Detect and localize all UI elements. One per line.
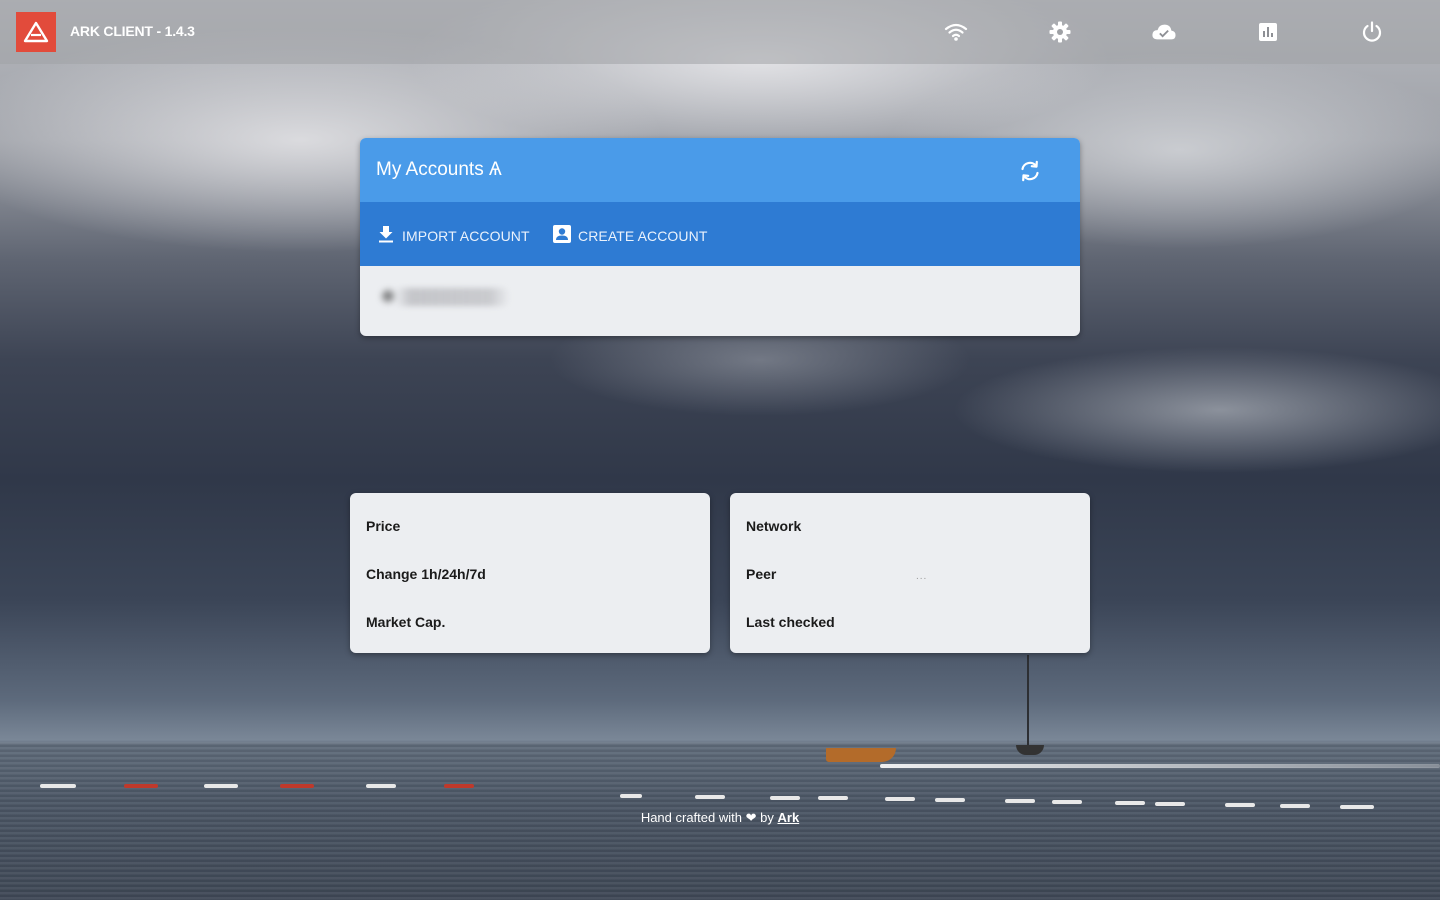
accounts-card: My Accounts Ѧ IMPORT ACCOUNT CREATE ACCO… — [360, 138, 1080, 336]
app-title: ARK CLIENT - 1.4.3 — [70, 23, 195, 39]
create-account-button[interactable]: CREATE ACCOUNT — [552, 224, 708, 247]
peer-value: ... — [916, 571, 928, 582]
accounts-title: My Accounts Ѧ — [376, 159, 502, 180]
ark-logo-icon[interactable] — [16, 12, 56, 52]
last-checked-label: Last checked — [746, 614, 835, 630]
background-buoy-line — [40, 784, 1420, 809]
import-account-label: IMPORT ACCOUNT — [402, 227, 530, 244]
refresh-icon[interactable] — [1018, 159, 1042, 183]
create-account-label: CREATE ACCOUNT — [578, 227, 708, 244]
footer: Hand crafted with ❤ by Ark — [0, 810, 1440, 826]
blurred-account-entry — [380, 288, 510, 306]
download-icon — [376, 224, 396, 247]
footer-prefix: Hand crafted with — [640, 810, 742, 825]
power-icon[interactable] — [1360, 20, 1384, 44]
import-account-button[interactable]: IMPORT ACCOUNT — [376, 224, 530, 247]
account-list-item[interactable] — [360, 266, 1080, 336]
footer-by: by — [760, 810, 774, 825]
accounts-card-header: My Accounts Ѧ — [360, 138, 1080, 202]
account-box-icon — [552, 224, 572, 247]
market-cap-label: Market Cap. — [366, 614, 446, 630]
background-boat-wake — [880, 764, 1440, 768]
price-label: Price — [366, 518, 401, 534]
peer-label: Peer — [746, 566, 777, 582]
background-sailboat-mast — [1027, 655, 1029, 747]
heart-icon: ❤ — [745, 810, 757, 825]
wifi-icon[interactable] — [944, 20, 968, 44]
ark-link[interactable]: Ark — [778, 810, 800, 825]
settings-icon[interactable] — [1048, 20, 1072, 44]
background-speedboat — [826, 748, 896, 762]
network-label: Network — [746, 518, 802, 534]
top-bar: ARK CLIENT - 1.4.3 — [0, 0, 1440, 64]
chart-icon[interactable] — [1256, 20, 1280, 44]
accounts-actions-bar: IMPORT ACCOUNT CREATE ACCOUNT — [360, 202, 1080, 266]
network-card: Network Peer ... Last checked — [730, 493, 1090, 653]
cloud-check-icon[interactable] — [1152, 20, 1176, 44]
price-card: Price Change 1h/24h/7d Market Cap. — [350, 493, 710, 653]
change-label: Change 1h/24h/7d — [366, 566, 486, 582]
